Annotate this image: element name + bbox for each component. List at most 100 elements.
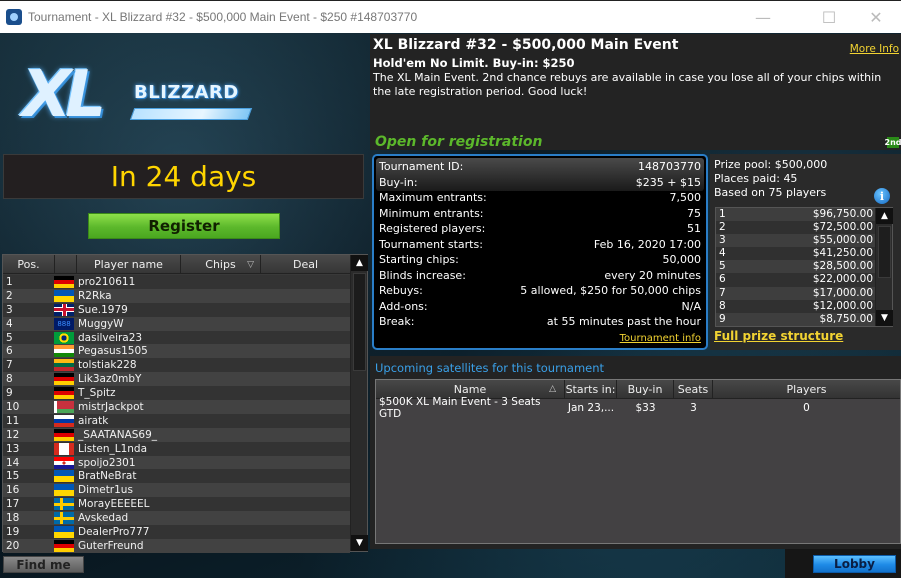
info-label: Add-ons: [379,299,428,313]
info-value: 51 [687,222,701,235]
player-row[interactable]: 14 spoljo2301 [3,455,350,470]
satellites-header: Name △ Starts in: Buy-in Seats Players [376,380,900,399]
player-pos: 20 [6,539,20,552]
player-row[interactable]: 12 _SAATANAS69_ [3,427,350,442]
prize-amount: $41,250.00 [812,247,873,260]
player-row[interactable]: 8 Lik3az0mbY [3,372,350,387]
players-scrollbar[interactable]: ▲ ▼ [350,255,368,551]
player-row[interactable]: 13 Listen_L1nda [3,441,350,456]
scroll-up-icon[interactable]: ▲ [876,208,893,224]
scroll-thumb[interactable] [353,273,366,371]
xl-blizzard-logo: XL BLIZZARD [22,58,253,138]
info-rows: Tournament ID: 148703770 Buy-in: $235 + $15… [379,159,701,330]
player-row[interactable]: 6 Pegasus1505 [3,344,350,359]
player-name: DealerPro777 [78,525,150,538]
player-name: R2Rka [78,289,112,302]
info-row: Tournament ID: 148703770 [379,159,701,175]
close-icon[interactable]: ✕ [853,1,899,34]
info-row: Rebuys: 5 allowed, $250 for 50,000 chips [379,283,701,299]
player-pos: 10 [6,400,20,413]
player-pos: 17 [6,498,20,511]
col-flag[interactable] [55,255,77,274]
player-row[interactable]: 11 airatk [3,413,350,428]
satellite-name: $500K XL Main Event - 3 Seats GTD [379,395,541,420]
scroll-down-icon[interactable]: ▼ [351,535,368,551]
info-row: Tournament starts: Feb 16, 2020 17:00 [379,237,701,253]
player-name: airatk [78,414,109,427]
player-row[interactable]: 1 pro210611 [3,275,350,289]
minimize-icon[interactable]: — [740,1,786,34]
col-name-label: Name [453,382,487,396]
col-name[interactable]: Name △ [376,380,565,398]
player-pos: 16 [6,484,20,497]
player-row[interactable]: 5 dasilveira23 [3,330,350,345]
info-value: every 20 minutes [604,268,701,282]
col-chips-label: Chips [205,258,236,271]
player-name: MorayEEEEEL [78,498,150,511]
player-row[interactable]: 2 R2Rka [3,288,350,303]
info-label: Minimum entrants: [379,206,484,220]
prize-scrollbar[interactable]: ▲ ▼ [875,208,893,326]
prize-row: 2 $72,500.00 [716,221,876,235]
satellite-row[interactable]: $500K XL Main Event - 3 Seats GTD Jan 23,… [376,396,900,420]
player-row[interactable]: 9 T_Spitz [3,386,350,401]
flag-ukraine-icon [54,484,74,497]
player-row[interactable]: 10 mistrJackpot [3,400,350,414]
player-row[interactable]: 17 MorayEEEEEL [3,497,350,512]
prize-amount: $22,000.00 [812,273,873,286]
satellite-players: 0 [803,401,810,414]
find-me-button[interactable]: Find me [3,556,84,573]
lobby-button[interactable]: Lobby [813,555,896,573]
col-starts-in[interactable]: Starts in: [565,380,617,398]
player-name: pro210611 [78,275,136,288]
scroll-up-icon[interactable]: ▲ [351,255,368,271]
col-deal[interactable]: Deal [261,255,350,274]
full-prize-structure-link[interactable]: Full prize structure [714,329,843,343]
player-row[interactable]: 3 Sue.1979 [3,302,350,317]
prize-amount: $28,500.00 [812,260,873,273]
prize-place: 1 [719,208,726,220]
player-row[interactable]: 16 Dimetr1us [3,483,350,498]
player-row[interactable]: 18 Avskedad [3,511,350,526]
flag-sweden-icon [54,512,74,525]
flag-russia-icon [54,414,74,427]
flag-ukraine-icon [54,525,74,538]
player-name: Dimetr1us [78,484,133,497]
flag-sweden-icon [54,498,74,511]
player-row[interactable]: 15 BratNeBrat [3,469,350,484]
player-row[interactable]: 20 GuterFreund [3,538,350,553]
prize-row: 4 $41,250.00 [716,247,876,261]
flag-lithuania-icon [54,359,74,372]
prize-row: 7 $17,000.00 [716,286,876,300]
scroll-thumb[interactable] [878,226,891,278]
prize-amount: $72,500.00 [812,221,873,234]
col-player-name[interactable]: Player name [77,255,181,274]
player-row[interactable]: 4 888 MuggyW [3,316,350,331]
info-value: 148703770 [638,160,701,173]
col-pos[interactable]: Pos. [3,255,55,274]
player-name: Lik3az0mbY [78,373,142,386]
player-row[interactable]: 19 DealerPro777 [3,525,350,539]
col-players[interactable]: Players [713,380,900,398]
info-icon[interactable]: i [874,188,890,204]
flag-brazil-icon [54,331,74,344]
player-row[interactable]: 7 tolstiak228 [3,358,350,373]
registration-status: Open for registration [375,134,543,150]
flag-canada-icon [54,442,74,455]
col-seats[interactable]: Seats [674,380,713,398]
app-icon [6,9,22,25]
scroll-down-icon[interactable]: ▼ [876,310,893,326]
col-chips[interactable]: Chips ▽ [181,255,261,274]
flag-germany-icon [54,275,74,288]
players-table: Pos. Player name Chips ▽ Deal 1 pro210611… [2,254,368,553]
player-name: GuterFreund [78,539,144,552]
logo-bar [129,108,253,120]
player-name: tolstiak228 [78,359,137,372]
maximize-icon[interactable]: ☐ [806,1,852,34]
tournament-info-link[interactable]: Tournament info [620,333,701,344]
register-button[interactable]: Register [88,213,280,239]
more-info-link[interactable]: More Info [850,43,899,55]
col-buyin[interactable]: Buy-in [617,380,674,398]
flag-germany-icon [54,428,74,441]
prize-amount: $96,750.00 [812,208,873,220]
